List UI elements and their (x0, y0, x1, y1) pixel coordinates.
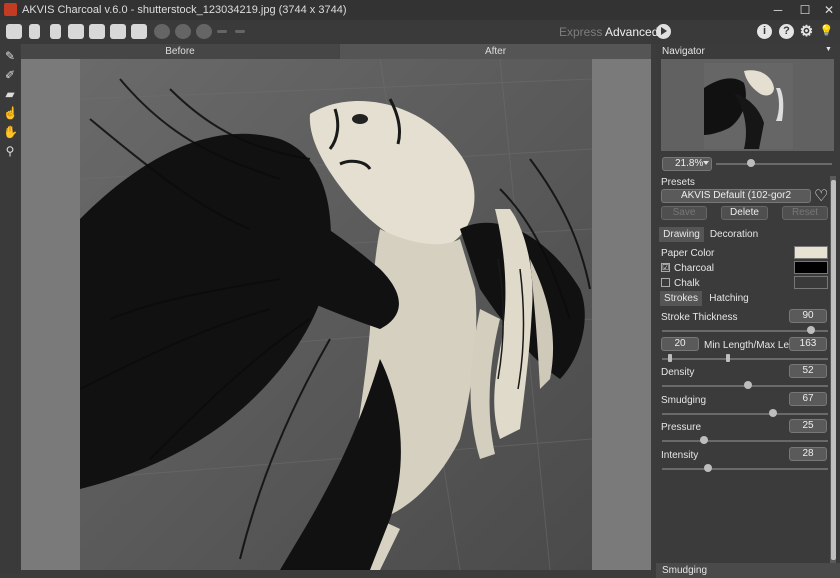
tab-before[interactable]: Before (21, 44, 339, 59)
smudge-icon[interactable]: ☝ (3, 106, 18, 120)
presets-title: Presets (661, 177, 695, 188)
tab-hatching[interactable]: Hatching (706, 291, 752, 306)
hints-icon[interactable]: 💡 (819, 24, 834, 39)
max-length-knob[interactable] (726, 354, 731, 362)
tab-strokes[interactable]: Strokes (660, 291, 702, 306)
chalk-label: Chalk (674, 278, 700, 289)
length-track[interactable] (662, 358, 828, 360)
tab-after[interactable]: After (340, 44, 651, 59)
stroke-thickness-value[interactable]: 90 (789, 309, 827, 323)
chalk-checkbox[interactable] (661, 278, 670, 287)
stroke-thickness-track[interactable] (662, 330, 828, 332)
charcoal-label: Charcoal (674, 263, 715, 274)
density-label: Density (661, 367, 695, 378)
max-length-value[interactable]: 163 (789, 337, 827, 351)
paper-color-label: Paper Color (661, 248, 715, 259)
tab-decoration[interactable]: Decoration (706, 227, 762, 242)
navigator-title: Navigator (662, 46, 705, 57)
charcoal-color-swatch[interactable] (794, 261, 828, 274)
open-icon[interactable] (27, 24, 43, 39)
close-button[interactable]: ✕ (818, 2, 840, 18)
help-icon[interactable]: ? (779, 24, 794, 39)
pressure-label: Pressure (661, 422, 702, 433)
maximize-button[interactable]: ☐ (794, 2, 816, 18)
pressure-knob[interactable] (699, 436, 708, 444)
window-title: AKVIS Charcoal v.6.0 - shutterstock_1230… (22, 4, 347, 16)
favorite-heart-icon[interactable]: ♡ (814, 186, 828, 206)
share-icon[interactable] (89, 24, 105, 39)
bottom-panel-label: Smudging (662, 565, 708, 576)
smudging-label: Smudging (661, 395, 707, 406)
minimize-button[interactable]: ─ (767, 2, 789, 18)
delete-preset-button[interactable]: Delete (721, 206, 768, 220)
run-processing-button[interactable] (656, 24, 671, 39)
pencil-icon[interactable]: ✎ (3, 49, 17, 63)
undo-icon[interactable] (154, 24, 170, 39)
paper-color-swatch[interactable] (794, 246, 828, 259)
intensity-label: Intensity (661, 450, 699, 461)
pressure-value[interactable]: 25 (789, 419, 827, 433)
intensity-track[interactable] (662, 468, 828, 470)
smudging-value[interactable]: 67 (789, 392, 827, 406)
back-arrow-icon[interactable] (217, 24, 227, 39)
hand-icon[interactable]: ✋ (3, 125, 18, 139)
app-logo (4, 3, 17, 16)
intensity-value[interactable]: 28 (789, 447, 827, 461)
batch-icon[interactable] (110, 24, 126, 39)
pressure-track[interactable] (662, 440, 828, 442)
redo-icon[interactable] (175, 24, 191, 39)
charcoal-checkbox[interactable]: ☑ (661, 263, 670, 272)
tab-drawing[interactable]: Drawing (659, 227, 704, 242)
home-icon[interactable] (6, 24, 22, 39)
navigator-collapse-icon[interactable]: ▼ (825, 46, 832, 53)
smudging-track[interactable] (662, 413, 828, 415)
preferences-icon[interactable] (131, 24, 147, 39)
title-bar: AKVIS Charcoal v.6.0 - shutterstock_1230… (0, 0, 840, 20)
view-tab-bar: Before After (21, 44, 651, 59)
eraser-icon[interactable]: ▰ (3, 87, 17, 101)
express-mode-button[interactable]: Express (559, 25, 602, 39)
zoom-slider-knob[interactable] (746, 159, 755, 167)
stroke-thickness-label: Stroke Thickness (661, 312, 738, 323)
forward-arrow-icon[interactable] (235, 24, 245, 39)
info-icon[interactable]: i (757, 24, 772, 39)
navigator-thumbnail (704, 63, 793, 149)
image-canvas[interactable] (21, 59, 651, 570)
save-preset-button[interactable]: Save (661, 206, 707, 220)
save-icon[interactable] (48, 24, 64, 39)
min-length-value[interactable]: 20 (661, 337, 699, 351)
artwork-illustration (80, 59, 592, 570)
charcoal-pencil-icon[interactable]: ✐ (3, 68, 17, 82)
density-value[interactable]: 52 (789, 364, 827, 378)
main-toolbar (0, 20, 840, 44)
advanced-mode-button[interactable]: Advanced (605, 25, 658, 39)
reset-icon[interactable] (196, 24, 212, 39)
navigator-thumbnail-art (704, 63, 793, 149)
chalk-color-swatch[interactable] (794, 276, 828, 289)
charcoal-artwork (80, 59, 592, 570)
print-icon[interactable] (68, 24, 84, 39)
zoom-caret-icon[interactable] (703, 161, 709, 165)
preset-select[interactable]: AKVIS Default (102-gor2 (661, 189, 811, 203)
settings-icon[interactable]: ⚙ (799, 24, 814, 39)
tools-panel (0, 44, 20, 574)
min-length-knob[interactable] (668, 354, 673, 362)
zoom-icon[interactable]: ⚲ (3, 144, 17, 158)
zoom-slider-track[interactable] (716, 163, 832, 165)
reset-preset-button[interactable]: Reset (782, 206, 828, 220)
panel-scrollbar-thumb[interactable] (831, 180, 836, 560)
